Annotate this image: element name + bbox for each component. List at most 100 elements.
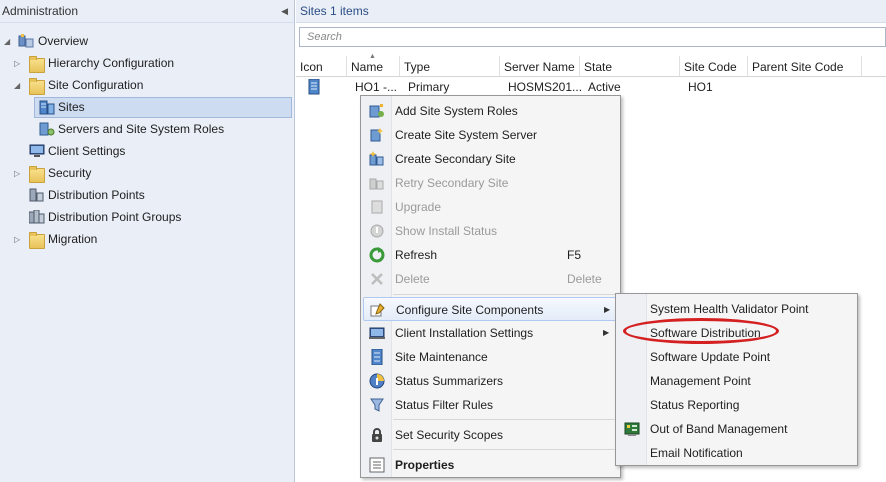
tree-item-label: Migration — [48, 232, 98, 246]
menu-item-properties[interactable]: Properties — [361, 453, 620, 477]
menu-item-status-filter-rules[interactable]: Status Filter Rules — [361, 393, 620, 417]
column-header-name[interactable]: ▲ Name — [347, 53, 400, 76]
retry-secondary-site-icon — [369, 175, 385, 191]
column-header-icon[interactable]: Icon — [296, 56, 347, 76]
tree-item-label: Security — [48, 166, 92, 180]
menu-item-create-site-system-server[interactable]: Create Site System Server — [361, 123, 620, 147]
client-settings-icon — [29, 144, 45, 159]
cell-site-code: HO1 — [688, 80, 713, 94]
nav-header: Administration ◀ — [0, 0, 294, 23]
menu-separator — [393, 294, 618, 295]
install-status-icon — [369, 223, 385, 239]
shortcut-label: F5 — [567, 248, 582, 262]
tree-item-distribution-points[interactable]: Distribution Points — [0, 185, 290, 206]
page-title: Sites 1 items — [296, 0, 886, 23]
menu-item-show-install-status[interactable]: Show Install Status — [361, 219, 620, 243]
security-scopes-icon — [369, 427, 385, 443]
distribution-point-groups-icon — [28, 209, 45, 225]
create-server-icon — [369, 127, 385, 143]
submenu-item-system-health-validator-point[interactable]: System Health Validator Point — [616, 297, 857, 321]
tree-item-distribution-point-groups[interactable]: Distribution Point Groups — [0, 207, 290, 228]
properties-icon — [369, 457, 385, 473]
menu-item-site-maintenance[interactable]: Site Maintenance — [361, 345, 620, 369]
site-maintenance-icon — [369, 348, 385, 366]
tree-item-hierarchy-configuration[interactable]: ▷ Hierarchy Configuration — [0, 53, 290, 74]
status-summarizers-icon — [369, 373, 385, 389]
menu-item-set-security-scopes[interactable]: Set Security Scopes — [361, 423, 620, 447]
column-header-type[interactable]: Type — [400, 56, 500, 76]
status-filter-icon — [369, 397, 385, 413]
nav-title: Administration — [2, 4, 79, 18]
submenu-arrow-icon: ▶ — [603, 328, 610, 337]
menu-item-retry-secondary-site[interactable]: Retry Secondary Site — [361, 171, 620, 195]
cell-server-name: HOSMS201... — [508, 80, 583, 94]
distribution-points-icon — [29, 188, 45, 203]
sort-ascending-icon: ▲ — [369, 53, 376, 60]
create-secondary-site-icon — [369, 151, 385, 167]
tree-item-label: Hierarchy Configuration — [48, 56, 175, 70]
tree-item-sites[interactable]: Sites — [34, 97, 292, 118]
submenu-item-email-notification[interactable]: Email Notification — [616, 441, 857, 465]
tree-item-security[interactable]: ▷ Security — [0, 163, 290, 184]
search-input[interactable]: Search — [299, 27, 886, 47]
column-header-label: Name — [351, 60, 384, 74]
submenu-item-status-reporting[interactable]: Status Reporting — [616, 393, 857, 417]
collapsed-arrow-icon[interactable]: ▷ — [14, 163, 24, 184]
navigation-pane: Administration ◀ ◢ Overview ▷ Hierarchy … — [0, 0, 295, 482]
tree-item-label: Client Settings — [48, 144, 126, 158]
cell-state: Active — [588, 80, 621, 94]
tree-item-label: Overview — [38, 34, 89, 48]
menu-item-create-secondary-site[interactable]: Create Secondary Site — [361, 147, 620, 171]
sites-icon — [39, 100, 55, 115]
folder-icon — [29, 78, 45, 95]
tree-item-site-configuration[interactable]: ◢ Site Configuration — [0, 75, 290, 96]
expanded-arrow-icon[interactable]: ◢ — [14, 75, 24, 96]
submenu-item-management-point[interactable]: Management Point — [616, 369, 857, 393]
submenu-item-out-of-band-management[interactable]: Out of Band Management — [616, 417, 857, 441]
column-header-state[interactable]: State — [580, 56, 680, 76]
submenu-item-software-update-point[interactable]: Software Update Point — [616, 345, 857, 369]
folder-icon — [29, 232, 45, 249]
grid-header: Icon ▲ Name Type Server Name State Site … — [296, 53, 886, 77]
delete-icon — [369, 271, 385, 287]
out-of-band-icon — [624, 421, 640, 437]
collapsed-arrow-icon[interactable]: ▷ — [14, 229, 24, 250]
submenu-arrow-icon: ▶ — [604, 305, 611, 314]
menu-item-upgrade[interactable]: Upgrade — [361, 195, 620, 219]
tree-item-label: Sites — [58, 100, 85, 114]
tree-item-label: Distribution Points — [48, 188, 145, 202]
table-row[interactable]: HO1 -... Primary HOSMS201... Active HO1 — [296, 77, 886, 97]
upgrade-icon — [369, 199, 385, 215]
configure-components-icon — [370, 302, 386, 318]
tree-item-migration[interactable]: ▷ Migration — [0, 229, 290, 250]
menu-item-client-installation-settings[interactable]: Client Installation Settings ▶ — [361, 321, 620, 345]
servers-icon — [39, 122, 55, 137]
collapsed-arrow-icon[interactable]: ▷ — [14, 53, 24, 74]
menu-item-delete[interactable]: Delete Delete — [361, 267, 620, 291]
highlight-ellipse-annotation — [623, 318, 779, 344]
tree-item-label: Distribution Point Groups — [48, 210, 182, 224]
column-header-server-name[interactable]: Server Name — [500, 56, 580, 76]
shortcut-label: Delete — [567, 272, 602, 286]
column-header-parent-site-code[interactable]: Parent Site Code — [748, 56, 862, 76]
menu-separator — [393, 449, 618, 450]
tree-item-label: Servers and Site System Roles — [58, 122, 225, 136]
tree-item-label: Site Configuration — [48, 78, 144, 92]
expanded-arrow-icon[interactable]: ◢ — [4, 31, 14, 52]
tree-item-client-settings[interactable]: Client Settings — [0, 141, 290, 162]
tree-item-servers-and-site-system-roles[interactable]: Servers and Site System Roles — [0, 119, 290, 140]
site-row-icon — [304, 78, 322, 101]
menu-separator — [393, 419, 618, 420]
menu-item-status-summarizers[interactable]: Status Summarizers — [361, 369, 620, 393]
menu-item-add-site-system-roles[interactable]: Add Site System Roles — [361, 99, 620, 123]
tree-item-overview[interactable]: ◢ Overview — [0, 31, 290, 52]
collapse-pane-icon[interactable]: ◀ — [281, 0, 288, 22]
menu-item-configure-site-components[interactable]: Configure Site Components ▶ — [363, 297, 618, 321]
cell-name: HO1 -... — [355, 80, 398, 94]
folder-icon — [29, 56, 45, 73]
cell-type: Primary — [408, 80, 450, 94]
overview-icon — [18, 34, 34, 49]
refresh-icon — [369, 247, 385, 263]
column-header-site-code[interactable]: Site Code — [680, 56, 748, 76]
menu-item-refresh[interactable]: Refresh F5 — [361, 243, 620, 267]
